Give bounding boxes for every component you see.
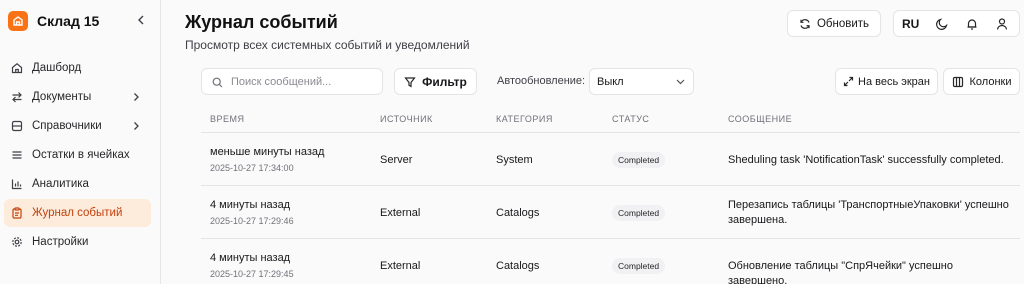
category-cell: Catalogs: [496, 260, 540, 272]
sidebar-item-documents[interactable]: Документы: [4, 83, 151, 111]
sidebar-item-label: Документы: [32, 91, 92, 103]
autorefresh-label: Автообновление:: [497, 75, 586, 87]
time-relative: меньше минуты назад: [210, 146, 325, 158]
home-icon: [11, 62, 23, 74]
chevron-right-icon: [134, 122, 139, 130]
time-cell: 4 минуты назад 2025-10-27 17:29:46: [210, 199, 294, 226]
message-cell: Перезапись таблицы 'ТранспортныеУпаковки…: [728, 199, 1009, 226]
autorefresh-value: Выкл: [597, 76, 624, 88]
column-header-category[interactable]: КАТЕГОРИЯ: [496, 114, 553, 124]
sidebar-item-analytics[interactable]: Аналитика: [4, 170, 151, 198]
time-cell: 4 минуты назад 2025-10-27 17:29:45: [210, 252, 294, 279]
column-header-message[interactable]: СООБЩЕНИЕ: [728, 114, 792, 124]
warehouse-logo-icon: [8, 11, 28, 31]
sidebar-item-event-log[interactable]: Журнал событий: [4, 199, 151, 227]
column-header-status[interactable]: СТАТУС: [612, 114, 649, 124]
sidebar: Склад 15 Дашборд Документы Справочники О…: [0, 0, 161, 284]
refresh-button[interactable]: Обновить: [787, 10, 881, 37]
category-cell: System: [496, 154, 533, 166]
list-icon: [11, 149, 23, 161]
columns-label: Колонки: [969, 75, 1012, 88]
source-cell: External: [380, 260, 421, 272]
table-header: ВРЕМЯ ИСТОЧНИК КАТЕГОРИЯ СТАТУС СООБЩЕНИ…: [201, 104, 1020, 133]
columns-icon: [952, 76, 963, 87]
time-relative: 4 минуты назад: [210, 252, 291, 264]
message-cell: Sheduling task 'NotificationTask' succes…: [728, 154, 1004, 166]
sidebar-item-label: Аналитика: [32, 178, 89, 190]
source-cell: External: [380, 207, 421, 219]
moon-icon[interactable]: [935, 17, 949, 31]
collapse-sidebar-icon[interactable]: [135, 13, 147, 27]
column-header-time[interactable]: ВРЕМЯ: [210, 114, 245, 124]
search-input[interactable]: [231, 74, 376, 90]
sidebar-item-catalogs[interactable]: Справочники: [4, 112, 151, 140]
chevron-down-icon: [676, 79, 685, 85]
category-cell: Catalogs: [496, 207, 540, 219]
status-badge: Completed: [612, 152, 666, 168]
brand-title: Склад 15: [37, 13, 100, 29]
filter-label: Фильтр: [422, 74, 467, 89]
search-box: [201, 68, 383, 95]
time-exact: 2025-10-27 17:29:46: [210, 216, 294, 226]
book-icon: [11, 120, 23, 132]
bell-icon[interactable]: [965, 17, 979, 31]
sidebar-item-label: Остатки в ячейках: [32, 149, 130, 161]
sidebar-item-label: Журнал событий: [32, 207, 123, 219]
table-row[interactable]: 4 минуты назад 2025-10-27 17:29:46 Exter…: [201, 186, 1020, 239]
sidebar-item-label: Справочники: [32, 120, 102, 132]
sidebar-item-settings[interactable]: Настройки: [4, 228, 151, 256]
brand[interactable]: Склад 15: [8, 11, 99, 31]
source-cell: Server: [380, 154, 413, 166]
status-badge: Completed: [612, 258, 666, 274]
time-exact: 2025-10-27 17:29:45: [210, 269, 294, 279]
sidebar-item-dashboard[interactable]: Дашборд: [4, 54, 151, 82]
chevron-right-icon: [134, 93, 139, 101]
user-icon[interactable]: [995, 17, 1009, 31]
time-cell: меньше минуты назад 2025-10-27 17:34:00: [210, 146, 324, 173]
sidebar-item-cell-stock[interactable]: Остатки в ячейках: [4, 141, 151, 169]
clipboard-icon: [11, 207, 23, 219]
events-table: ВРЕМЯ ИСТОЧНИК КАТЕГОРИЯ СТАТУС СООБЩЕНИ…: [201, 104, 1020, 284]
expand-icon: [843, 76, 854, 87]
refresh-icon: [800, 18, 810, 29]
chart-icon: [11, 178, 23, 190]
language-switch[interactable]: RU: [902, 17, 919, 31]
page-subtitle: Просмотр всех системных событий и уведом…: [185, 38, 470, 52]
sidebar-nav: Дашборд Документы Справочники Остатки в …: [4, 54, 151, 257]
message-cell: Обновление таблицы "СпрЯчейки" успешно з…: [728, 260, 953, 284]
columns-button[interactable]: Колонки: [943, 68, 1020, 95]
table-row[interactable]: 4 минуты назад 2025-10-27 17:29:45 Exter…: [201, 239, 1020, 284]
fullscreen-button[interactable]: На весь экран: [835, 68, 938, 95]
refresh-label: Обновить: [816, 17, 870, 30]
time-relative: 4 минуты назад: [210, 199, 291, 211]
arrows-icon: [11, 91, 23, 103]
status-badge: Completed: [612, 205, 666, 221]
top-actions: RU: [893, 10, 1020, 37]
gear-icon: [11, 236, 23, 248]
sidebar-item-label: Настройки: [32, 236, 89, 248]
fullscreen-label: На весь экран: [858, 75, 930, 88]
table-row[interactable]: меньше минуты назад 2025-10-27 17:34:00 …: [201, 133, 1020, 186]
column-header-source[interactable]: ИСТОЧНИК: [380, 114, 433, 124]
time-exact: 2025-10-27 17:34:00: [210, 163, 294, 173]
autorefresh-select[interactable]: Выкл: [589, 68, 694, 95]
filter-icon: [404, 76, 416, 88]
page-title: Журнал событий: [185, 12, 338, 32]
sidebar-item-label: Дашборд: [32, 62, 82, 74]
search-icon: [212, 77, 223, 88]
filter-button[interactable]: Фильтр: [394, 68, 477, 95]
